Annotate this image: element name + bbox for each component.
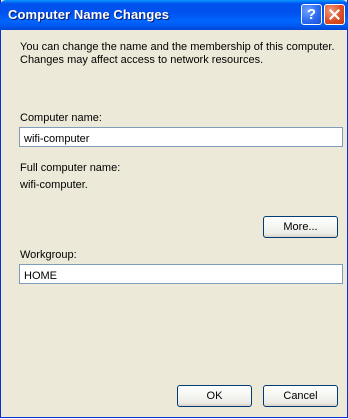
- close-icon: [329, 9, 340, 20]
- dialog-title: Computer Name Changes: [8, 7, 170, 22]
- computer-name-input[interactable]: [19, 127, 343, 147]
- title-bar[interactable]: Computer Name Changes ?: [0, 0, 348, 30]
- more-button[interactable]: More...: [263, 216, 338, 238]
- full-computer-name-value: wifi-computer.: [20, 179, 88, 191]
- description-text: You can change the name and the membersh…: [20, 41, 335, 66]
- ok-button[interactable]: OK: [177, 385, 252, 407]
- close-button[interactable]: [324, 4, 345, 25]
- workgroup-input[interactable]: [19, 264, 343, 284]
- help-button[interactable]: ?: [301, 4, 322, 25]
- computer-name-changes-dialog: Computer Name Changes ? You can change t…: [0, 0, 348, 418]
- cancel-button[interactable]: Cancel: [263, 385, 338, 407]
- help-icon: ?: [306, 6, 317, 23]
- workgroup-label: Workgroup:: [20, 249, 77, 261]
- full-computer-name-label: Full computer name:: [20, 162, 121, 174]
- computer-name-label: Computer name:: [20, 112, 102, 124]
